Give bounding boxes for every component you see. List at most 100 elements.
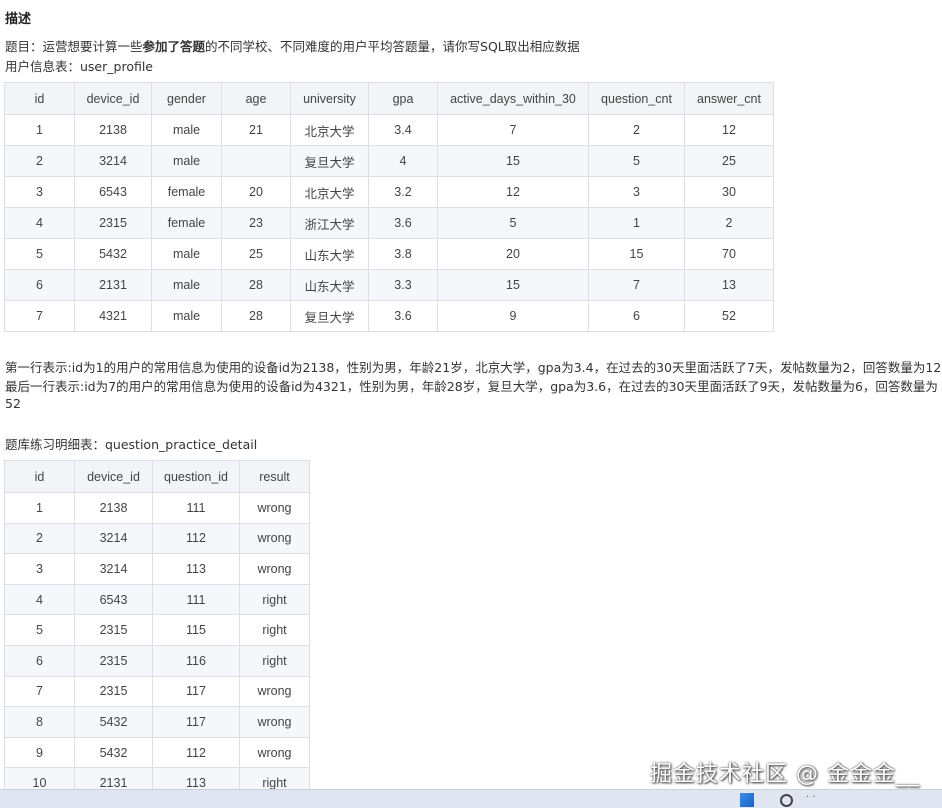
table-cell-question-cnt: 15 bbox=[588, 238, 685, 270]
column-header-gender: gender bbox=[151, 82, 222, 115]
column-header-id: id bbox=[4, 460, 75, 493]
table-cell-device-id: 2315 bbox=[74, 644, 153, 677]
search-icon[interactable] bbox=[780, 794, 793, 807]
table-cell-answer-cnt: 12 bbox=[684, 114, 774, 146]
question-prefix: 题目：运营想要计算一些 bbox=[5, 39, 143, 54]
table-row: 5 2315 115 right bbox=[4, 614, 310, 646]
table-cell-active-days-within-30: 5 bbox=[437, 207, 589, 239]
table-cell-question-id: 116 bbox=[152, 644, 240, 677]
table-cell-device-id: 3214 bbox=[74, 145, 152, 177]
table-cell-question-cnt: 3 bbox=[588, 176, 685, 208]
table-cell-question-cnt: 6 bbox=[588, 300, 685, 332]
table-cell-id: 8 bbox=[4, 706, 75, 738]
table-cell-id: 4 bbox=[4, 207, 75, 239]
table-row: 1 2138 male 21 北京大学 3.4 7 2 12 bbox=[4, 114, 774, 146]
table-cell-device-id: 2315 bbox=[74, 614, 153, 646]
question-bold-text: 参加了答题 bbox=[142, 39, 206, 54]
column-header-result: result bbox=[239, 460, 310, 493]
table-cell-active-days-within-30: 12 bbox=[437, 176, 589, 208]
table-cell-result: wrong bbox=[239, 675, 310, 708]
table-cell-question-cnt: 2 bbox=[588, 114, 685, 146]
table-cell-device-id: 3214 bbox=[74, 553, 153, 585]
table-cell-device-id: 2315 bbox=[74, 207, 152, 239]
table-cell-university: 浙江大学 bbox=[290, 207, 369, 239]
question-description: 题目：运营想要计算一些参加了答题的不同学校、不同难度的用户平均答题量，请你写SQ… bbox=[5, 36, 580, 55]
table-row: 6 2131 male 28 山东大学 3.3 15 7 13 bbox=[4, 269, 774, 301]
table-cell-id: 1 bbox=[4, 114, 75, 146]
table-cell-id: 5 bbox=[4, 614, 75, 646]
table-cell-age: 28 bbox=[221, 300, 291, 332]
column-header-active-days-within-30: active_days_within_30 bbox=[437, 82, 589, 115]
table-cell-id: 1 bbox=[4, 492, 75, 524]
table-cell-university: 复旦大学 bbox=[290, 300, 369, 332]
table-cell-device-id: 2131 bbox=[74, 269, 152, 301]
table-cell-question-id: 113 bbox=[152, 553, 240, 585]
table-cell-device-id: 4321 bbox=[74, 300, 152, 332]
table-cell-age: 23 bbox=[221, 207, 291, 239]
question-practice-detail-table: id device_id question_id result 1 2138 111 wro… bbox=[4, 460, 310, 799]
explain-line-last-continued: 52 bbox=[5, 396, 21, 411]
column-header-answer-cnt: answer_cnt bbox=[684, 82, 774, 115]
table-cell-id: 2 bbox=[4, 522, 75, 555]
table-cell-gpa: 3.4 bbox=[368, 114, 438, 146]
table-cell-device-id: 6543 bbox=[74, 176, 152, 208]
table-cell-gpa: 3.8 bbox=[368, 238, 438, 270]
table-cell-question-cnt: 7 bbox=[588, 269, 685, 301]
table-cell-age: 21 bbox=[221, 114, 291, 146]
table-cell-university: 复旦大学 bbox=[290, 145, 369, 177]
table-row: 7 4321 male 28 复旦大学 3.6 9 6 52 bbox=[4, 300, 774, 332]
table-cell-gender: male bbox=[151, 145, 222, 177]
table-cell-question-id: 117 bbox=[152, 675, 240, 708]
table-cell-question-cnt: 1 bbox=[588, 207, 685, 239]
table-cell-answer-cnt: 13 bbox=[684, 269, 774, 301]
table-row: 8 5432 117 wrong bbox=[4, 706, 310, 738]
section-heading: 描述 bbox=[5, 12, 32, 27]
table-cell-question-id: 111 bbox=[152, 583, 240, 616]
table-cell-result: wrong bbox=[239, 522, 310, 555]
table-cell-question-id: 112 bbox=[152, 736, 240, 769]
table-cell-device-id: 5432 bbox=[74, 238, 152, 270]
table-cell-active-days-within-30: 15 bbox=[437, 269, 589, 301]
watermark-text: 掘金技术社区 @ 金金金__ bbox=[650, 762, 920, 787]
table-cell-device-id: 3214 bbox=[74, 522, 153, 555]
table-cell-gpa: 3.6 bbox=[368, 300, 438, 332]
table-cell-age: 28 bbox=[221, 269, 291, 301]
table-row: 4 6543 111 right bbox=[4, 583, 310, 616]
table-row: 3 3214 113 wrong bbox=[4, 553, 310, 585]
table-cell-device-id: 2138 bbox=[74, 492, 153, 524]
table-row: 5 5432 male 25 山东大学 3.8 20 15 70 bbox=[4, 238, 774, 270]
column-header-gpa: gpa bbox=[368, 82, 438, 115]
table-cell-university: 山东大学 bbox=[290, 269, 369, 301]
table-cell-question-cnt: 5 bbox=[588, 145, 685, 177]
table-cell-id: 2 bbox=[4, 145, 75, 177]
table-cell-gender: male bbox=[151, 114, 222, 146]
table-cell-active-days-within-30: 15 bbox=[437, 145, 589, 177]
column-header-question-id: question_id bbox=[152, 460, 240, 493]
table-cell-university: 北京大学 bbox=[290, 114, 369, 146]
os-taskbar: · · bbox=[0, 789, 942, 808]
table-cell-active-days-within-30: 20 bbox=[437, 238, 589, 270]
windows-logo-icon[interactable] bbox=[740, 793, 754, 807]
table-cell-age: 25 bbox=[221, 238, 291, 270]
column-header-question-cnt: question_cnt bbox=[588, 82, 685, 115]
table-cell-gender: male bbox=[151, 269, 222, 301]
more-icon[interactable]: · · bbox=[806, 792, 816, 803]
table-cell-result: wrong bbox=[239, 736, 310, 769]
user-profile-table: id device_id gender age university gpa active_… bbox=[4, 82, 774, 332]
explain-line-first: 第一行表示:id为1的用户的常用信息为使用的设备id为2138，性别为男，年龄2… bbox=[5, 360, 942, 375]
column-header-age: age bbox=[221, 82, 291, 115]
question-suffix: 的不同学校、不同难度的用户平均答题量，请你写SQL取出相应数据 bbox=[205, 39, 580, 54]
table-cell-gpa: 3.2 bbox=[368, 176, 438, 208]
table-cell-answer-cnt: 52 bbox=[684, 300, 774, 332]
table-cell-result: wrong bbox=[239, 553, 310, 585]
column-header-device-id: device_id bbox=[74, 460, 153, 493]
column-header-university: university bbox=[290, 82, 369, 115]
table-cell-question-id: 115 bbox=[152, 614, 240, 646]
table-cell-question-id: 112 bbox=[152, 522, 240, 555]
table-cell-answer-cnt: 2 bbox=[684, 207, 774, 239]
table-cell-device-id: 6543 bbox=[74, 583, 153, 616]
table-cell-id: 9 bbox=[4, 736, 75, 769]
table-row: 2 3214 112 wrong bbox=[4, 522, 310, 555]
table-cell-gpa: 3.3 bbox=[368, 269, 438, 301]
explain-line-last: 最后一行表示:id为7的用户的常用信息为使用的设备id为4321，性别为男，年龄… bbox=[5, 379, 938, 394]
